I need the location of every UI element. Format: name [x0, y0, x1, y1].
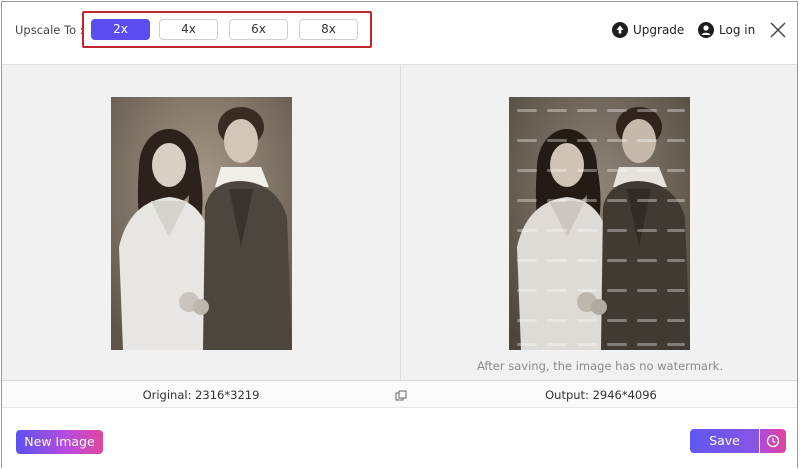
close-icon[interactable] — [768, 20, 788, 40]
upgrade-button[interactable]: Upgrade — [612, 21, 684, 39]
watermark-note: After saving, the image has no watermark… — [476, 359, 724, 373]
output-image — [509, 97, 690, 350]
scale-8x-button[interactable]: 8x — [299, 19, 358, 40]
output-resolution: Output: 2946*4096 — [545, 388, 657, 402]
save-timer-button[interactable] — [760, 429, 786, 453]
original-resolution: Original: 2316*3219 — [142, 388, 260, 402]
user-icon — [698, 22, 714, 38]
scale-6x-button[interactable]: 6x — [229, 19, 288, 40]
upscaler-dialog: Upscale To : 2x 4x 6x 8x Upgrade Log in — [1, 1, 798, 469]
preview-area: After saving, the image has no watermark… — [2, 64, 797, 381]
original-image — [111, 97, 292, 350]
split-divider — [400, 65, 401, 381]
scale-4x-button[interactable]: 4x — [159, 19, 218, 40]
login-button[interactable]: Log in — [698, 21, 755, 39]
scale-2x-button[interactable]: 2x — [91, 19, 150, 40]
new-image-button[interactable]: New Image — [16, 430, 103, 454]
footer: New Image Save — [2, 408, 797, 469]
login-label: Log in — [719, 23, 756, 37]
clock-icon — [766, 434, 780, 448]
toolbar: Upscale To : 2x 4x 6x 8x Upgrade Log in — [2, 2, 797, 64]
save-button[interactable]: Save — [690, 429, 759, 453]
upgrade-label: Upgrade — [633, 23, 685, 37]
upgrade-icon — [612, 22, 628, 38]
upscale-to-label: Upscale To : — [15, 23, 84, 37]
resolution-bar: Original: 2316*3219 Output: 2946*4096 — [2, 380, 797, 408]
